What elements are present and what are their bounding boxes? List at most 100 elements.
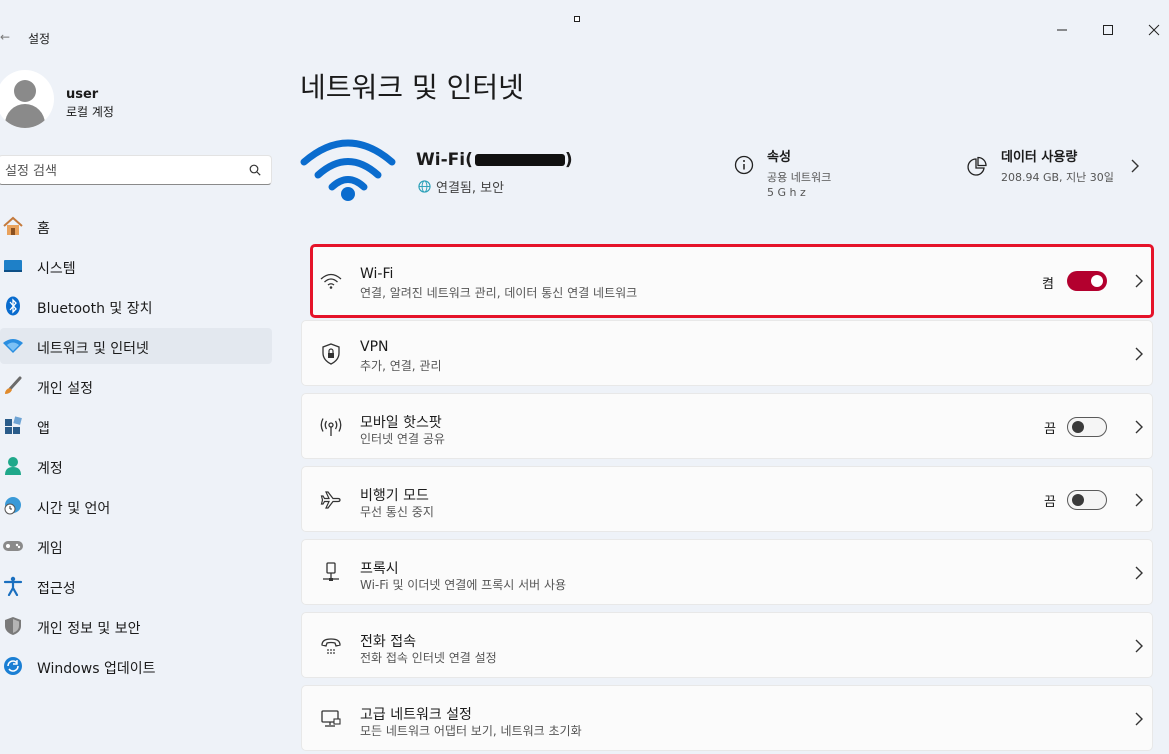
sidebar-item-label: 시스템 [37, 261, 76, 277]
setting-row-advanced-network[interactable]: 고급 네트워크 설정 모든 네트워크 어댑터 보기, 네트워크 초기화 [301, 685, 1153, 751]
chevron-right-icon [1131, 159, 1139, 173]
maximize-button[interactable] [1098, 20, 1118, 40]
sidebar-item-label: 게임 [37, 541, 63, 557]
sidebar-item-privacy-security[interactable]: 개인 정보 및 보안 [0, 608, 272, 644]
airplane-icon [320, 489, 342, 511]
sidebar-item-label: 개인 정보 및 보안 [37, 621, 141, 637]
bluetooth-icon [2, 296, 24, 316]
sidebar-item-label: 앱 [37, 421, 50, 437]
sidebar-item-windows-update[interactable]: Windows 업데이트 [0, 648, 272, 684]
avatar [0, 70, 54, 128]
chevron-right-icon [1135, 274, 1143, 288]
sidebar-nav: 홈 시스템 Bluetooth 및 장치 네트워크 및 인터넷 개인 설정 앱 [0, 208, 272, 688]
setting-row-subtitle: 연결, 알려진 네트워크 관리, 데이터 통신 연결 네트워크 [360, 286, 638, 300]
sidebar-item-apps[interactable]: 앱 [0, 408, 272, 444]
sidebar-item-system[interactable]: 시스템 [0, 248, 272, 284]
setting-row-airplane-mode[interactable]: 비행기 모드 무선 통신 중지 끔 [301, 466, 1153, 532]
chevron-right-icon [1135, 639, 1143, 653]
sidebar-item-home[interactable]: 홈 [0, 208, 272, 244]
network-name-prefix: Wi-Fi( [416, 150, 473, 170]
toggle-knob [1072, 494, 1084, 506]
setting-row-title: 비행기 모드 [360, 488, 429, 504]
setting-row-subtitle: Wi-Fi 및 이더넷 연결에 프록시 서버 사용 [360, 578, 567, 592]
hotspot-icon [320, 416, 342, 438]
sidebar-item-label: 네트워크 및 인터넷 [37, 341, 149, 357]
vpn-shield-icon [320, 343, 342, 365]
chevron-right-icon [1135, 712, 1143, 726]
sidebar-item-label: 계정 [37, 461, 63, 477]
network-name: Wi-Fi() [416, 150, 573, 170]
search-input[interactable] [5, 161, 235, 181]
setting-row-vpn[interactable]: VPN 추가, 연결, 관리 [301, 320, 1153, 386]
close-icon [1148, 24, 1160, 36]
toggle-knob [1091, 275, 1103, 287]
app-title: 설정 [28, 32, 51, 46]
system-icon [2, 256, 24, 276]
page-title: 네트워크 및 인터넷 [300, 71, 524, 104]
chevron-right-icon [1135, 420, 1143, 434]
sidebar-item-label: 개인 설정 [37, 381, 93, 397]
settings-list: Wi-Fi 연결, 알려진 네트워크 관리, 데이터 통신 연결 네트워크 켬 … [301, 244, 1154, 754]
profile-name: user [66, 87, 99, 102]
chevron-right-icon [1135, 347, 1143, 361]
sidebar-item-accessibility[interactable]: 접근성 [0, 568, 272, 604]
network-status: 연결됨, 보안 [418, 177, 504, 196]
toggle-knob [1072, 421, 1084, 433]
sidebar-item-bluetooth[interactable]: Bluetooth 및 장치 [0, 288, 272, 324]
setting-row-proxy[interactable]: 프록시 Wi-Fi 및 이더넷 연결에 프록시 서버 사용 [301, 539, 1153, 605]
setting-row-mobile-hotspot[interactable]: 모바일 핫스팟 인터넷 연결 공유 끔 [301, 393, 1153, 459]
minimize-icon [1057, 29, 1067, 31]
title-bar: ← 설정 [0, 0, 1169, 46]
sidebar-item-gaming[interactable]: 게임 [0, 528, 272, 564]
setting-row-title: 전화 접속 [360, 634, 416, 650]
network-name-suffix: ) [564, 150, 573, 170]
sidebar-item-label: 접근성 [37, 581, 76, 597]
airplane-mode-toggle[interactable] [1067, 490, 1107, 510]
info-icon [734, 155, 754, 175]
network-status-text: 연결됨, 보안 [436, 181, 505, 196]
minimize-button[interactable] [1052, 20, 1072, 40]
properties-network-type: 공용 네트워크 [767, 171, 832, 184]
wifi-toggle[interactable] [1067, 271, 1107, 291]
profile-account-type: 로컬 계정 [66, 105, 114, 119]
sidebar-item-accounts[interactable]: 계정 [0, 448, 272, 484]
sidebar-item-network[interactable]: 네트워크 및 인터넷 [0, 328, 272, 364]
globe-icon [418, 180, 431, 193]
update-icon [2, 656, 24, 676]
setting-row-subtitle: 인터넷 연결 공유 [360, 432, 445, 446]
home-icon [2, 216, 24, 236]
back-arrow-icon[interactable]: ← [0, 30, 10, 44]
data-usage-detail: 208.94 GB, 지난 30일 [1001, 171, 1114, 184]
sidebar-item-label: Bluetooth 및 장치 [37, 301, 153, 317]
close-button[interactable] [1144, 20, 1164, 40]
data-usage-title: 데이터 사용량 [1001, 150, 1078, 165]
account-icon [2, 456, 24, 476]
drag-handle[interactable] [574, 16, 580, 22]
accessibility-icon [2, 576, 24, 596]
user-profile[interactable]: user 로컬 계정 [0, 70, 260, 130]
search-icon[interactable] [249, 164, 261, 176]
sidebar-item-personalization[interactable]: 개인 설정 [0, 368, 272, 404]
setting-row-subtitle: 무선 통신 중지 [360, 505, 434, 519]
setting-row-subtitle: 모든 네트워크 어댑터 보기, 네트워크 초기화 [360, 724, 582, 738]
proxy-icon [320, 562, 342, 584]
properties-title: 속성 [767, 150, 791, 165]
sidebar-item-label: 홈 [37, 221, 50, 237]
advanced-network-icon [320, 708, 342, 730]
brush-icon [2, 376, 24, 396]
wifi-icon [320, 270, 342, 292]
sidebar-item-label: 시간 및 언어 [37, 501, 111, 517]
setting-row-title: 모바일 핫스팟 [360, 415, 442, 431]
time-language-icon [2, 496, 24, 516]
maximize-icon [1103, 25, 1113, 35]
chevron-right-icon [1135, 566, 1143, 580]
apps-icon [2, 416, 24, 436]
setting-row-wifi[interactable]: Wi-Fi 연결, 알려진 네트워크 관리, 데이터 통신 연결 네트워크 켬 [310, 244, 1154, 318]
setting-row-dial-up[interactable]: 전화 접속 전화 접속 인터넷 연결 설정 [301, 612, 1153, 678]
pie-chart-icon [967, 156, 987, 176]
properties-band: 5 G h z [767, 186, 806, 199]
sidebar-item-time-language[interactable]: 시간 및 언어 [0, 488, 272, 524]
setting-row-title: 고급 네트워크 설정 [360, 707, 472, 723]
dialup-icon [320, 635, 342, 657]
hotspot-toggle[interactable] [1067, 417, 1107, 437]
